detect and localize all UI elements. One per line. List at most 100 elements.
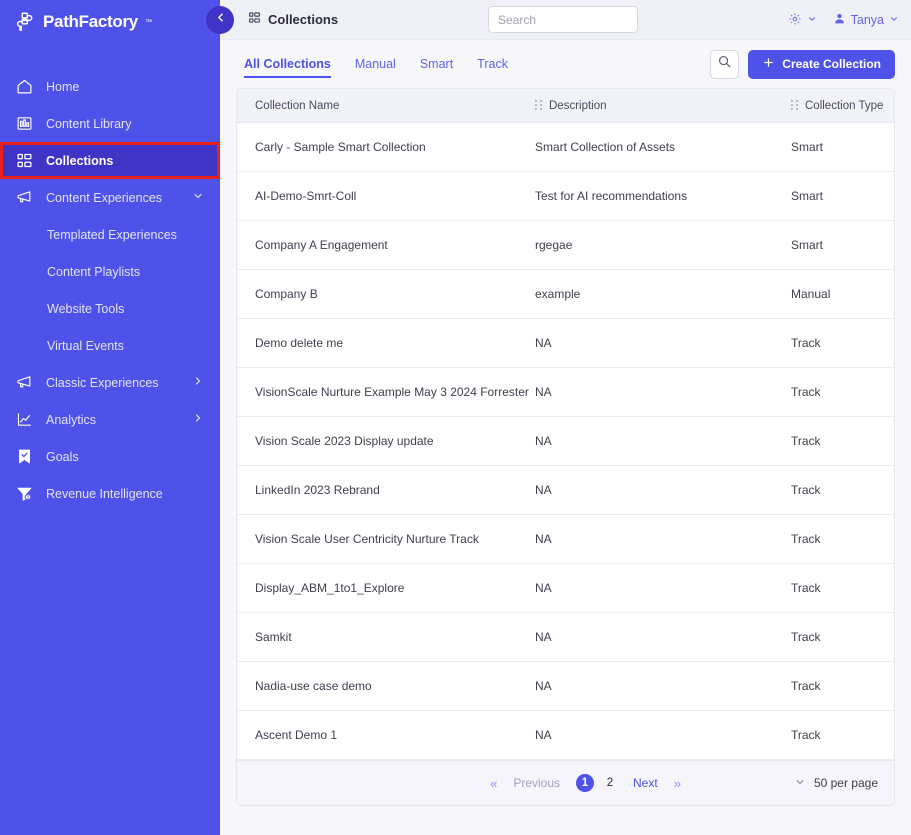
top-bar: Collections Tanya (206, 0, 911, 40)
tab-track[interactable]: Track (477, 40, 508, 88)
tab-manual[interactable]: Manual (355, 40, 396, 88)
megaphone-icon (14, 373, 34, 393)
cell-collection-type: Track (791, 630, 821, 644)
chevron-down-icon (807, 13, 817, 27)
last-page-button[interactable]: » (674, 776, 681, 791)
create-collection-button[interactable]: Create Collection (748, 49, 895, 79)
sidebar-item-content-experiences[interactable]: Content Experiences (0, 179, 220, 216)
cell-collection-name: AI-Demo-Smrt-Coll (255, 189, 357, 203)
table-row[interactable]: Display_ABM_1to1_Explore NA Track (237, 564, 894, 613)
topbar-right-controls: Tanya (788, 0, 899, 40)
table-row[interactable]: Vision Scale 2023 Display update NA Trac… (237, 417, 894, 466)
next-page-button[interactable]: Next (633, 776, 658, 790)
sidebar-item-templated-experiences[interactable]: Templated Experiences (0, 216, 220, 253)
cell-description: Test for AI recommendations (535, 189, 688, 203)
cell-collection-type: Track (791, 483, 821, 497)
sidebar-item-goals[interactable]: Goals (0, 438, 220, 475)
sidebar-item-revenue-intelligence[interactable]: $ Revenue Intelligence (0, 475, 220, 512)
cell-collection-name: Samkit (255, 630, 292, 644)
table-row[interactable]: Vision Scale User Centricity Nurture Tra… (237, 515, 894, 564)
brand-logo[interactable]: PathFactory ™ (0, 0, 220, 44)
create-collection-label: Create Collection (782, 57, 881, 71)
sidebar-item-label: Content Experiences (46, 190, 163, 205)
tab-label: Smart (419, 57, 454, 71)
sidebar-item-collections[interactable]: Collections (0, 142, 220, 179)
cell-collection-name: Company A Engagement (255, 238, 388, 252)
cell-description: NA (535, 679, 552, 693)
column-header-description[interactable]: Description (535, 100, 791, 112)
sidebar-item-label: Content Library (46, 116, 132, 131)
table-row[interactable]: Company A Engagement rgegae Smart (237, 221, 894, 270)
sidebar-item-label: Home (46, 79, 80, 94)
cell-collection-name: Vision Scale 2023 Display update (255, 434, 434, 448)
page-number-1[interactable]: 1 (576, 774, 594, 792)
chevron-right-icon[interactable] (192, 375, 204, 390)
cell-collection-type: Smart (791, 140, 824, 154)
tab-label: Manual (354, 57, 396, 71)
cell-description: example (535, 287, 581, 301)
sidebar-item-label: Collections (46, 153, 114, 168)
cell-description: NA (535, 728, 552, 742)
previous-page-button[interactable]: Previous (513, 776, 560, 790)
table-row[interactable]: Ascent Demo 1 NA Track (237, 711, 894, 760)
cell-collection-type: Smart (791, 238, 824, 252)
table-row[interactable]: AI-Demo-Smrt-Coll Test for AI recommenda… (237, 172, 894, 221)
drag-handle-icon[interactable] (535, 100, 542, 111)
sidebar-item-classic-experiences[interactable]: Classic Experiences (0, 364, 220, 401)
cell-collection-name: Company B (255, 287, 318, 301)
table-row[interactable]: Nadia-use case demo NA Track (237, 662, 894, 711)
tab-all-collections[interactable]: All Collections (244, 40, 331, 88)
pathfactory-logo-icon (14, 11, 36, 33)
sidebar-item-virtual-events[interactable]: Virtual Events (0, 327, 220, 364)
sidebar-collapse-button[interactable] (206, 6, 234, 34)
funnel-icon: $ (14, 484, 34, 504)
table-row[interactable]: Demo delete me NA Track (237, 319, 894, 368)
tab-list: All Collections Manual Smart Track (236, 40, 508, 88)
sidebar-item-analytics[interactable]: Analytics (0, 401, 220, 438)
table-row[interactable]: VisionScale Nurture Example May 3 2024 F… (237, 368, 894, 417)
per-page-label: 50 per page (813, 776, 878, 790)
per-page-selector[interactable]: 50 per page (794, 776, 878, 791)
cell-collection-type: Track (791, 679, 821, 693)
page-number-2[interactable]: 2 (603, 777, 617, 789)
chevron-down-icon[interactable] (192, 190, 204, 205)
column-header-collection-type[interactable]: Collection Type (791, 100, 891, 112)
cell-collection-type: Track (791, 336, 821, 350)
cell-collection-name: Ascent Demo 1 (255, 728, 338, 742)
tab-label: All Collections (244, 57, 331, 71)
sidebar-item-label: Virtual Events (47, 338, 124, 353)
cell-collection-name: Carly - Sample Smart Collection (255, 140, 426, 154)
drag-handle-icon[interactable] (791, 100, 798, 111)
sidebar-item-home[interactable]: Home (0, 68, 220, 105)
column-header-label: Collection Name (255, 99, 340, 112)
search-icon (717, 54, 732, 74)
user-name-label: Tanya (850, 13, 884, 27)
first-page-button[interactable]: « (490, 776, 497, 791)
sidebar-item-content-playlists[interactable]: Content Playlists (0, 253, 220, 290)
settings-menu-button[interactable] (788, 12, 817, 29)
chevron-right-icon[interactable] (192, 412, 204, 427)
main-region: Collections Tanya (206, 0, 911, 835)
table-row[interactable]: Carly - Sample Smart Collection Smart Co… (237, 123, 894, 172)
cell-collection-name: Nadia-use case demo (255, 679, 372, 693)
user-avatar-icon (833, 12, 846, 28)
search-toggle-button[interactable] (710, 49, 740, 79)
column-header-collection-name[interactable]: Collection Name (237, 100, 535, 112)
brand-name: PathFactory (43, 12, 138, 31)
table-row[interactable]: Company B example Manual (237, 270, 894, 319)
chevron-left-icon (214, 11, 227, 29)
sidebar-item-content-library[interactable]: Content Library (0, 105, 220, 142)
table-row[interactable]: LinkedIn 2023 Rebrand NA Track (237, 466, 894, 515)
chevron-down-icon (889, 13, 899, 27)
content-area: All Collections Manual Smart Track Creat… (220, 40, 911, 806)
sidebar-item-label: Website Tools (47, 301, 125, 316)
sidebar-item-website-tools[interactable]: Website Tools (0, 290, 220, 327)
tab-smart[interactable]: Smart (420, 40, 453, 88)
cell-description: NA (535, 385, 552, 399)
cell-collection-type: Track (791, 728, 821, 742)
column-header-label: Description (549, 99, 607, 112)
user-menu-button[interactable]: Tanya (833, 12, 899, 28)
search-input[interactable] (488, 6, 638, 33)
sidebar-item-label: Analytics (46, 412, 97, 427)
table-row[interactable]: Samkit NA Track (237, 613, 894, 662)
